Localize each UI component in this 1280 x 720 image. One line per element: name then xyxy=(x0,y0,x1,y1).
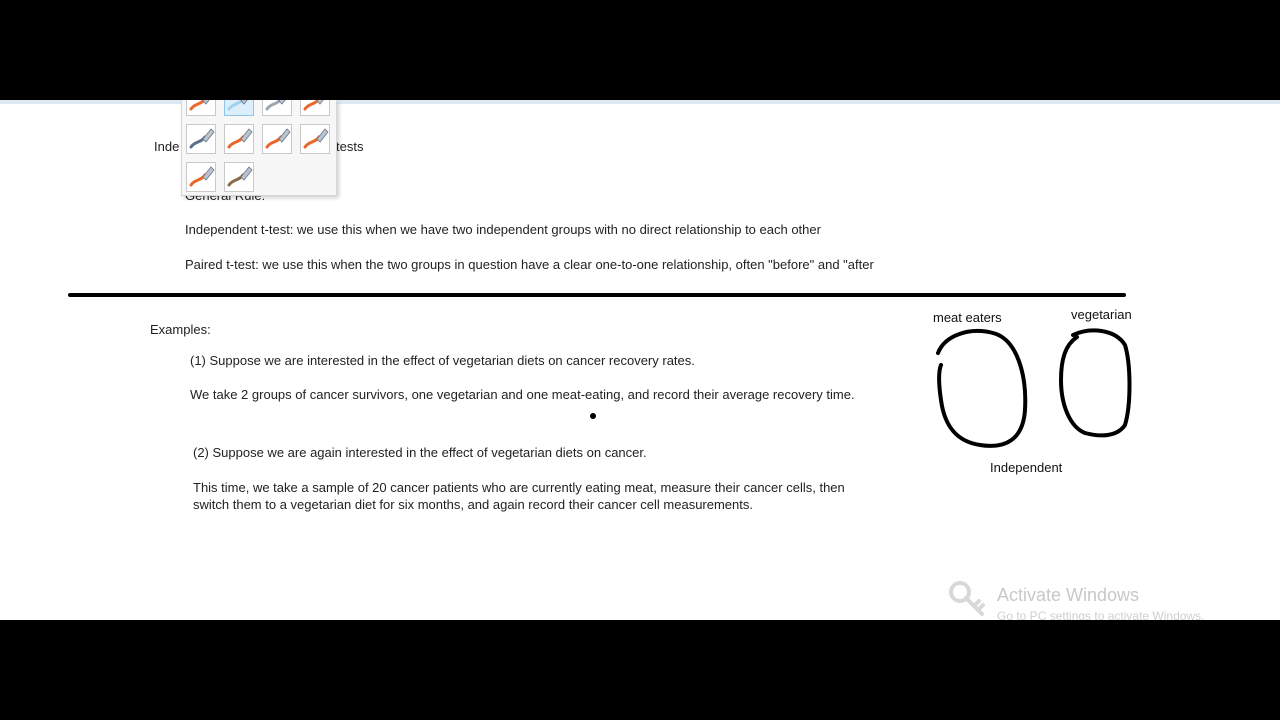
example-2-description-line-2: switch them to a vegetarian diet for six… xyxy=(193,497,753,512)
group-ovals-drawing xyxy=(936,328,1132,448)
example-2-question: (2) Suppose we are again interested in t… xyxy=(193,445,647,460)
pen-icon xyxy=(303,128,329,149)
pen-icon xyxy=(189,128,215,149)
watermark-subtitle: Go to PC settings to activate Windows. xyxy=(997,609,1205,620)
paired-rule-text: Paired t-test: we use this when the two … xyxy=(185,257,874,272)
pen-6-swatch[interactable] xyxy=(224,124,254,154)
activation-watermark: Activate Windows Go to PC settings to ac… xyxy=(946,580,1276,620)
pen-icon xyxy=(265,128,291,149)
meat-eaters-oval xyxy=(936,329,1028,448)
pen-icon xyxy=(189,100,210,111)
pen-icon xyxy=(227,128,253,149)
vegetarian-label: vegetarian xyxy=(1071,307,1132,322)
example-1-question: (1) Suppose we are interested in the eff… xyxy=(190,353,695,368)
pen-icon xyxy=(227,166,253,187)
pen-4-swatch[interactable] xyxy=(300,100,330,116)
meat-eaters-label: meat eaters xyxy=(933,310,1002,325)
pen-1-swatch[interactable] xyxy=(186,100,216,116)
ink-dot xyxy=(590,413,596,419)
independent-rule-text: Independent t-test: we use this when we … xyxy=(185,222,821,237)
ink-separator-line xyxy=(68,293,1126,297)
examples-heading: Examples: xyxy=(150,322,211,337)
screen: Inde tests General Rule: Independent t-t… xyxy=(0,0,1280,720)
pen-icon xyxy=(189,166,215,187)
example-2-description-line-1: This time, we take a sample of 20 cancer… xyxy=(193,480,845,495)
title-fragment-left: Inde xyxy=(154,139,180,154)
pen-5-swatch[interactable] xyxy=(186,124,216,154)
pen-8-swatch[interactable] xyxy=(300,124,330,154)
pen-10-swatch[interactable] xyxy=(224,162,254,192)
document-canvas[interactable]: Inde tests General Rule: Independent t-t… xyxy=(0,100,1280,620)
pen-icon xyxy=(265,100,286,111)
pen-7-swatch[interactable] xyxy=(262,124,292,154)
example-1-description: We take 2 groups of cancer survivors, on… xyxy=(190,387,855,402)
key-icon xyxy=(949,581,985,616)
pen-2-swatch[interactable] xyxy=(224,100,254,116)
pen-icon xyxy=(303,100,324,111)
independent-caption: Independent xyxy=(990,460,1063,475)
pen-3-swatch[interactable] xyxy=(262,100,292,116)
title-fragment-right: tests xyxy=(336,139,364,154)
pen-gallery-dropdown[interactable] xyxy=(181,100,337,196)
pen-9-swatch[interactable] xyxy=(186,162,216,192)
watermark-title: Activate Windows xyxy=(997,585,1140,605)
pen-icon xyxy=(227,100,248,111)
vegetarian-oval xyxy=(1059,328,1132,438)
